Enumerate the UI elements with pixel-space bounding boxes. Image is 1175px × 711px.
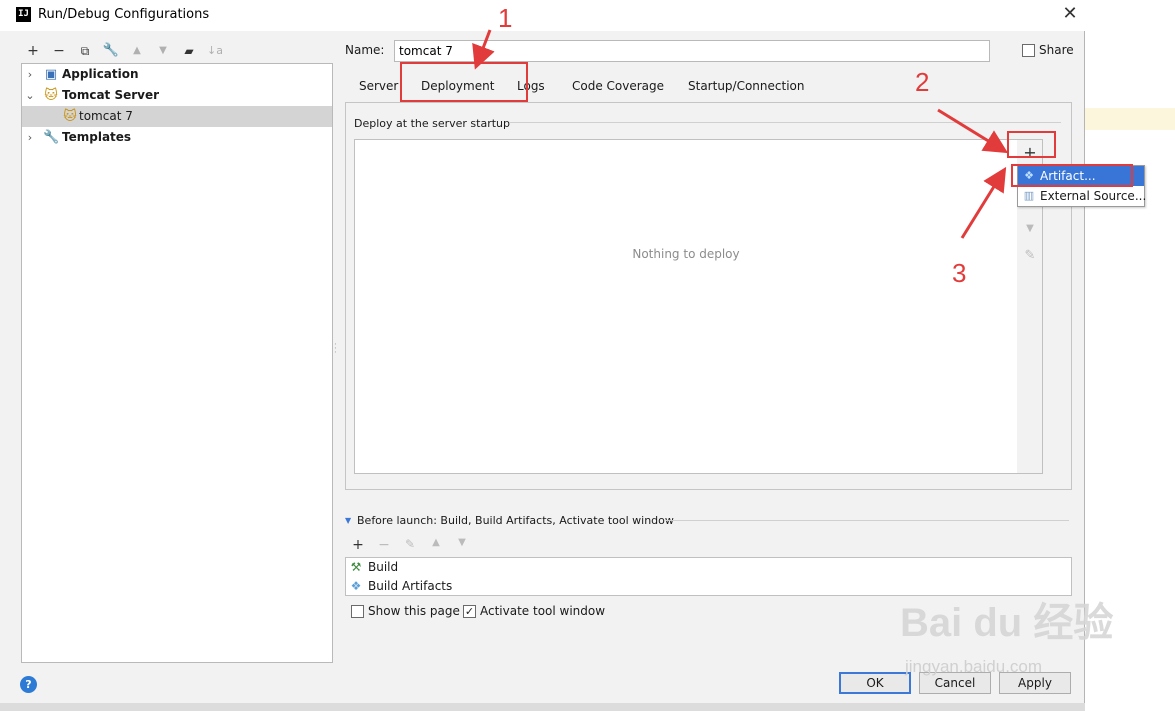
arrow-1 — [472, 29, 495, 70]
arrow-2 — [937, 108, 1009, 154]
annotation-arrows — [472, 29, 1009, 239]
arrow-3 — [960, 166, 1007, 239]
